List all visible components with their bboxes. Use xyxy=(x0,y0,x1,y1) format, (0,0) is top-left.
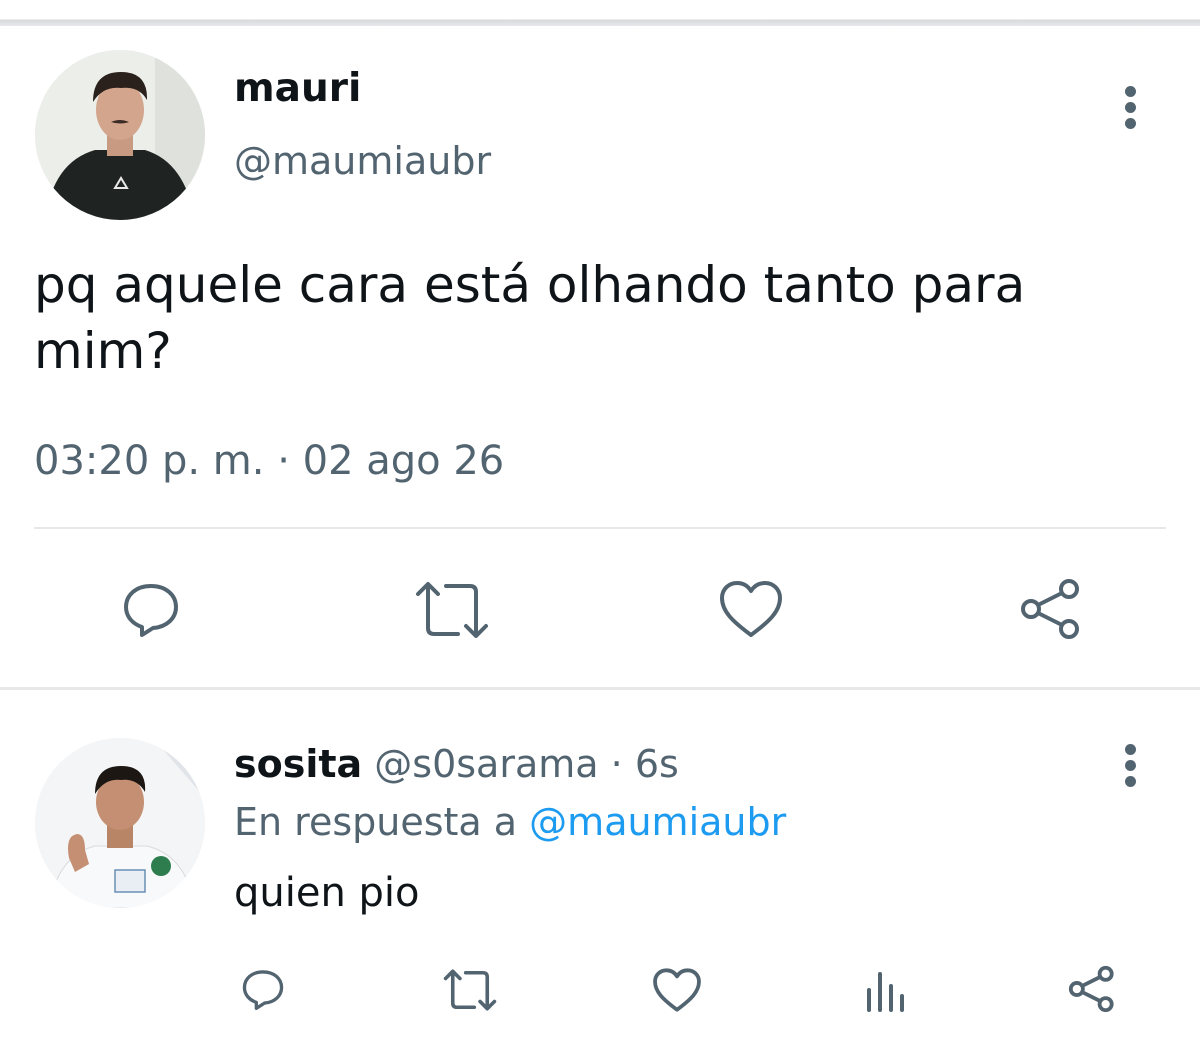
reply-text: quien pio xyxy=(234,870,420,916)
like-icon[interactable] xyxy=(652,966,702,1014)
reply-to-handle-link[interactable]: @maumiaubr xyxy=(529,800,786,844)
reply-to-prefix: En respuesta a xyxy=(234,800,518,844)
more-options-icon[interactable] xyxy=(1120,86,1140,138)
reply-time: 6s xyxy=(634,742,679,786)
retweet-icon[interactable] xyxy=(412,578,492,642)
reply-icon[interactable] xyxy=(238,964,288,1014)
like-icon[interactable] xyxy=(718,578,784,640)
retweet-icon[interactable] xyxy=(440,966,500,1014)
tweet-timestamp: 03:20 p. m. · 02 ago 26 xyxy=(34,438,505,484)
reply-header: sosita @s0sarama · 6s xyxy=(234,742,679,786)
reply-icon[interactable] xyxy=(118,576,184,642)
more-options-icon[interactable] xyxy=(1120,744,1140,796)
reply-author-handle[interactable]: @s0sarama xyxy=(374,742,598,786)
analytics-icon[interactable] xyxy=(860,966,910,1014)
divider xyxy=(34,527,1166,529)
divider xyxy=(0,687,1200,690)
author-name[interactable]: mauri xyxy=(234,66,361,111)
share-icon[interactable] xyxy=(1066,962,1118,1016)
top-edge-separator xyxy=(0,0,1200,26)
author-handle[interactable]: @maumiaubr xyxy=(234,139,491,183)
separator-dot: · xyxy=(610,742,623,786)
avatar[interactable] xyxy=(35,738,205,908)
reply-context: En respuesta a @maumiaubr xyxy=(234,800,786,844)
tweet-text: pq aquele cara está olhando tanto para m… xyxy=(34,256,1026,380)
share-icon[interactable] xyxy=(1018,576,1084,642)
reply-author-name[interactable]: sosita xyxy=(234,742,362,786)
avatar[interactable] xyxy=(35,50,205,220)
